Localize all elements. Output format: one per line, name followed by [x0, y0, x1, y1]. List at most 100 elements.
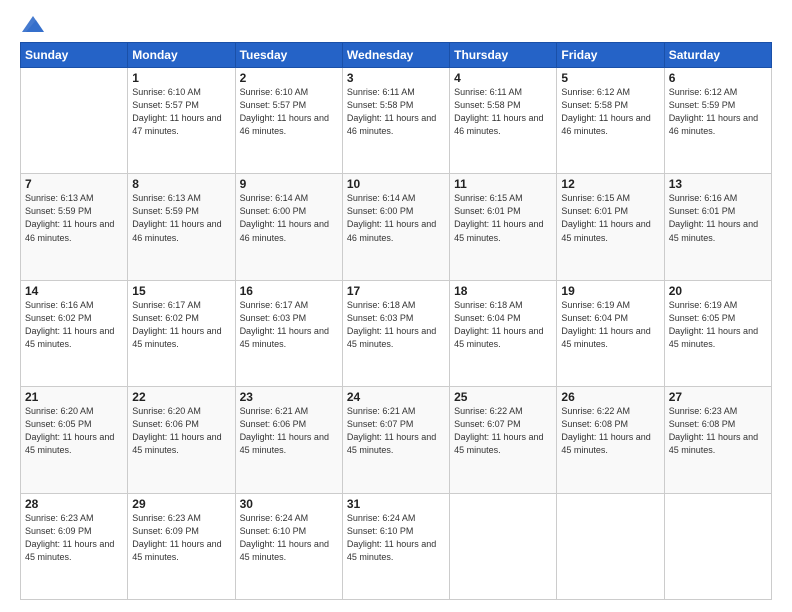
day-cell: 1Sunrise: 6:10 AM Sunset: 5:57 PM Daylig… [128, 68, 235, 174]
day-number: 3 [347, 71, 445, 85]
day-number: 16 [240, 284, 338, 298]
day-number: 7 [25, 177, 123, 191]
day-cell [664, 493, 771, 599]
day-info: Sunrise: 6:12 AM Sunset: 5:58 PM Dayligh… [561, 86, 659, 138]
day-cell: 15Sunrise: 6:17 AM Sunset: 6:02 PM Dayli… [128, 280, 235, 386]
day-cell [450, 493, 557, 599]
day-info: Sunrise: 6:16 AM Sunset: 6:01 PM Dayligh… [669, 192, 767, 244]
day-number: 21 [25, 390, 123, 404]
col-header-wednesday: Wednesday [342, 43, 449, 68]
day-cell [557, 493, 664, 599]
page: SundayMondayTuesdayWednesdayThursdayFrid… [0, 0, 792, 612]
day-cell: 16Sunrise: 6:17 AM Sunset: 6:03 PM Dayli… [235, 280, 342, 386]
day-cell: 14Sunrise: 6:16 AM Sunset: 6:02 PM Dayli… [21, 280, 128, 386]
day-number: 19 [561, 284, 659, 298]
logo [20, 18, 44, 34]
col-header-friday: Friday [557, 43, 664, 68]
day-cell: 26Sunrise: 6:22 AM Sunset: 6:08 PM Dayli… [557, 387, 664, 493]
day-cell: 28Sunrise: 6:23 AM Sunset: 6:09 PM Dayli… [21, 493, 128, 599]
day-cell: 22Sunrise: 6:20 AM Sunset: 6:06 PM Dayli… [128, 387, 235, 493]
day-number: 25 [454, 390, 552, 404]
day-number: 26 [561, 390, 659, 404]
day-number: 30 [240, 497, 338, 511]
day-number: 18 [454, 284, 552, 298]
day-number: 23 [240, 390, 338, 404]
day-number: 17 [347, 284, 445, 298]
day-number: 6 [669, 71, 767, 85]
day-number: 12 [561, 177, 659, 191]
day-info: Sunrise: 6:24 AM Sunset: 6:10 PM Dayligh… [347, 512, 445, 564]
day-info: Sunrise: 6:20 AM Sunset: 6:05 PM Dayligh… [25, 405, 123, 457]
calendar-table: SundayMondayTuesdayWednesdayThursdayFrid… [20, 42, 772, 600]
day-info: Sunrise: 6:20 AM Sunset: 6:06 PM Dayligh… [132, 405, 230, 457]
day-info: Sunrise: 6:19 AM Sunset: 6:04 PM Dayligh… [561, 299, 659, 351]
day-info: Sunrise: 6:10 AM Sunset: 5:57 PM Dayligh… [240, 86, 338, 138]
day-cell: 24Sunrise: 6:21 AM Sunset: 6:07 PM Dayli… [342, 387, 449, 493]
day-cell: 30Sunrise: 6:24 AM Sunset: 6:10 PM Dayli… [235, 493, 342, 599]
day-number: 22 [132, 390, 230, 404]
day-info: Sunrise: 6:11 AM Sunset: 5:58 PM Dayligh… [347, 86, 445, 138]
day-number: 20 [669, 284, 767, 298]
col-header-saturday: Saturday [664, 43, 771, 68]
day-info: Sunrise: 6:21 AM Sunset: 6:06 PM Dayligh… [240, 405, 338, 457]
day-info: Sunrise: 6:17 AM Sunset: 6:02 PM Dayligh… [132, 299, 230, 351]
day-number: 1 [132, 71, 230, 85]
day-cell: 13Sunrise: 6:16 AM Sunset: 6:01 PM Dayli… [664, 174, 771, 280]
day-cell: 31Sunrise: 6:24 AM Sunset: 6:10 PM Dayli… [342, 493, 449, 599]
day-info: Sunrise: 6:22 AM Sunset: 6:07 PM Dayligh… [454, 405, 552, 457]
day-cell: 20Sunrise: 6:19 AM Sunset: 6:05 PM Dayli… [664, 280, 771, 386]
day-number: 4 [454, 71, 552, 85]
day-number: 11 [454, 177, 552, 191]
day-cell: 2Sunrise: 6:10 AM Sunset: 5:57 PM Daylig… [235, 68, 342, 174]
day-info: Sunrise: 6:24 AM Sunset: 6:10 PM Dayligh… [240, 512, 338, 564]
day-cell: 17Sunrise: 6:18 AM Sunset: 6:03 PM Dayli… [342, 280, 449, 386]
day-info: Sunrise: 6:18 AM Sunset: 6:04 PM Dayligh… [454, 299, 552, 351]
day-cell: 25Sunrise: 6:22 AM Sunset: 6:07 PM Dayli… [450, 387, 557, 493]
day-info: Sunrise: 6:12 AM Sunset: 5:59 PM Dayligh… [669, 86, 767, 138]
day-number: 14 [25, 284, 123, 298]
day-info: Sunrise: 6:10 AM Sunset: 5:57 PM Dayligh… [132, 86, 230, 138]
col-header-sunday: Sunday [21, 43, 128, 68]
day-number: 8 [132, 177, 230, 191]
col-header-thursday: Thursday [450, 43, 557, 68]
day-info: Sunrise: 6:16 AM Sunset: 6:02 PM Dayligh… [25, 299, 123, 351]
day-cell: 10Sunrise: 6:14 AM Sunset: 6:00 PM Dayli… [342, 174, 449, 280]
logo-icon [22, 16, 44, 32]
day-info: Sunrise: 6:22 AM Sunset: 6:08 PM Dayligh… [561, 405, 659, 457]
day-info: Sunrise: 6:21 AM Sunset: 6:07 PM Dayligh… [347, 405, 445, 457]
day-cell [21, 68, 128, 174]
day-cell: 3Sunrise: 6:11 AM Sunset: 5:58 PM Daylig… [342, 68, 449, 174]
day-cell: 12Sunrise: 6:15 AM Sunset: 6:01 PM Dayli… [557, 174, 664, 280]
day-cell: 21Sunrise: 6:20 AM Sunset: 6:05 PM Dayli… [21, 387, 128, 493]
day-cell: 23Sunrise: 6:21 AM Sunset: 6:06 PM Dayli… [235, 387, 342, 493]
day-cell: 9Sunrise: 6:14 AM Sunset: 6:00 PM Daylig… [235, 174, 342, 280]
day-cell: 4Sunrise: 6:11 AM Sunset: 5:58 PM Daylig… [450, 68, 557, 174]
day-info: Sunrise: 6:18 AM Sunset: 6:03 PM Dayligh… [347, 299, 445, 351]
col-header-monday: Monday [128, 43, 235, 68]
day-info: Sunrise: 6:23 AM Sunset: 6:09 PM Dayligh… [25, 512, 123, 564]
week-row-1: 1Sunrise: 6:10 AM Sunset: 5:57 PM Daylig… [21, 68, 772, 174]
day-cell: 7Sunrise: 6:13 AM Sunset: 5:59 PM Daylig… [21, 174, 128, 280]
day-number: 10 [347, 177, 445, 191]
day-number: 2 [240, 71, 338, 85]
day-info: Sunrise: 6:15 AM Sunset: 6:01 PM Dayligh… [454, 192, 552, 244]
day-cell: 8Sunrise: 6:13 AM Sunset: 5:59 PM Daylig… [128, 174, 235, 280]
day-number: 31 [347, 497, 445, 511]
day-info: Sunrise: 6:14 AM Sunset: 6:00 PM Dayligh… [347, 192, 445, 244]
day-cell: 5Sunrise: 6:12 AM Sunset: 5:58 PM Daylig… [557, 68, 664, 174]
day-cell: 6Sunrise: 6:12 AM Sunset: 5:59 PM Daylig… [664, 68, 771, 174]
day-number: 9 [240, 177, 338, 191]
calendar-header-row: SundayMondayTuesdayWednesdayThursdayFrid… [21, 43, 772, 68]
day-cell: 18Sunrise: 6:18 AM Sunset: 6:04 PM Dayli… [450, 280, 557, 386]
day-info: Sunrise: 6:17 AM Sunset: 6:03 PM Dayligh… [240, 299, 338, 351]
day-info: Sunrise: 6:19 AM Sunset: 6:05 PM Dayligh… [669, 299, 767, 351]
day-number: 13 [669, 177, 767, 191]
day-info: Sunrise: 6:15 AM Sunset: 6:01 PM Dayligh… [561, 192, 659, 244]
day-cell: 27Sunrise: 6:23 AM Sunset: 6:08 PM Dayli… [664, 387, 771, 493]
day-number: 15 [132, 284, 230, 298]
day-number: 29 [132, 497, 230, 511]
day-info: Sunrise: 6:23 AM Sunset: 6:09 PM Dayligh… [132, 512, 230, 564]
day-cell: 11Sunrise: 6:15 AM Sunset: 6:01 PM Dayli… [450, 174, 557, 280]
day-info: Sunrise: 6:13 AM Sunset: 5:59 PM Dayligh… [25, 192, 123, 244]
day-info: Sunrise: 6:14 AM Sunset: 6:00 PM Dayligh… [240, 192, 338, 244]
